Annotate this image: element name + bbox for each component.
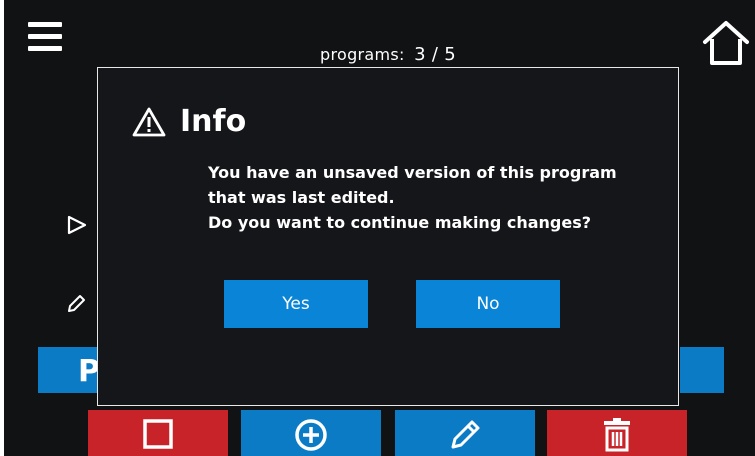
pencil-icon[interactable] [66, 294, 86, 318]
dialog-message-line: that was last edited. [208, 188, 395, 207]
warning-triangle-icon [132, 107, 166, 136]
home-icon[interactable] [701, 18, 751, 68]
dialog-message: You have an unsaved version of this prog… [208, 160, 617, 235]
no-button[interactable]: No [416, 280, 560, 328]
programs-label: programs: [320, 45, 405, 64]
dialog-title: Info [180, 104, 247, 139]
device-screen: programs: 3 / 5 P Info You have an unsav… [4, 0, 755, 456]
delete-program-button[interactable] [547, 410, 687, 456]
dialog-message-line: You have an unsaved version of this prog… [208, 163, 617, 182]
trash-icon [604, 418, 630, 452]
info-dialog: Info You have an unsaved version of this… [97, 67, 679, 406]
stop-square-icon [143, 419, 173, 449]
edit-program-button[interactable] [395, 410, 535, 456]
stop-button[interactable] [88, 410, 228, 456]
list-band-right [680, 347, 724, 393]
add-program-button[interactable] [241, 410, 381, 456]
hamburger-menu-icon[interactable] [28, 22, 62, 54]
yes-button[interactable]: Yes [224, 280, 368, 328]
dialog-header: Info [132, 104, 246, 139]
plus-circle-icon [295, 419, 327, 451]
pencil-icon [451, 420, 480, 449]
dialog-message-line: Do you want to continue making changes? [208, 213, 592, 232]
play-icon[interactable] [66, 214, 88, 240]
programs-count: 3 / 5 [414, 44, 457, 65]
program-counter: programs: 3 / 5 [320, 44, 456, 65]
